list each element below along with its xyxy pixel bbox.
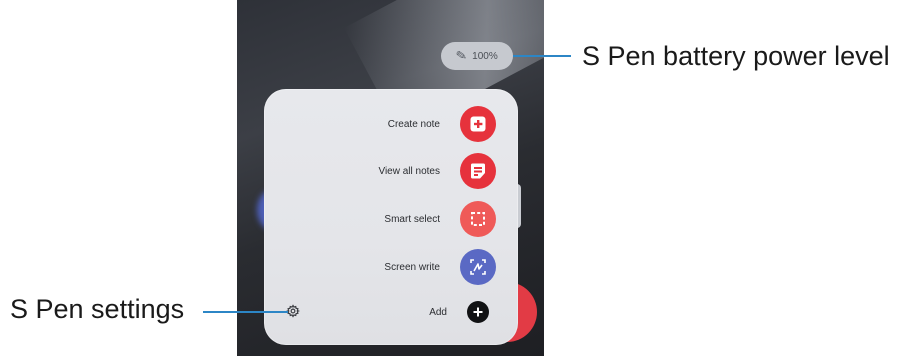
figure: ✎ 100% Create note View all notes Smart … <box>0 0 920 356</box>
menu-item-label: Add <box>429 306 447 318</box>
plus-icon[interactable] <box>467 301 489 323</box>
screen-write-icon[interactable] <box>460 249 496 285</box>
smart-select-icon[interactable] <box>460 201 496 237</box>
menu-item-create-note[interactable]: Create note <box>264 104 518 144</box>
air-command-panel: Create note View all notes Smart select … <box>264 89 518 345</box>
create-note-icon[interactable] <box>460 106 496 142</box>
battery-callout-line <box>513 55 571 57</box>
settings-callout-line <box>203 311 288 313</box>
s-pen-battery-indicator: ✎ 100% <box>441 42 513 70</box>
menu-item-screen-write[interactable]: Screen write <box>264 247 518 287</box>
s-pen-icon: ✎ <box>455 47 469 65</box>
notes-list-icon[interactable] <box>460 153 496 189</box>
menu-item-label: Create note <box>387 118 440 130</box>
battery-percent: 100% <box>472 50 498 62</box>
menu-item-add[interactable]: Add <box>264 292 518 332</box>
battery-callout-label: S Pen battery power level <box>582 41 890 71</box>
menu-item-label: Smart select <box>384 213 440 225</box>
menu-item-label: Screen write <box>384 261 440 273</box>
menu-item-view-all-notes[interactable]: View all notes <box>264 151 518 191</box>
menu-item-smart-select[interactable]: Smart select <box>264 199 518 239</box>
settings-callout-label: S Pen settings <box>10 294 185 324</box>
menu-item-label: View all notes <box>378 165 440 177</box>
